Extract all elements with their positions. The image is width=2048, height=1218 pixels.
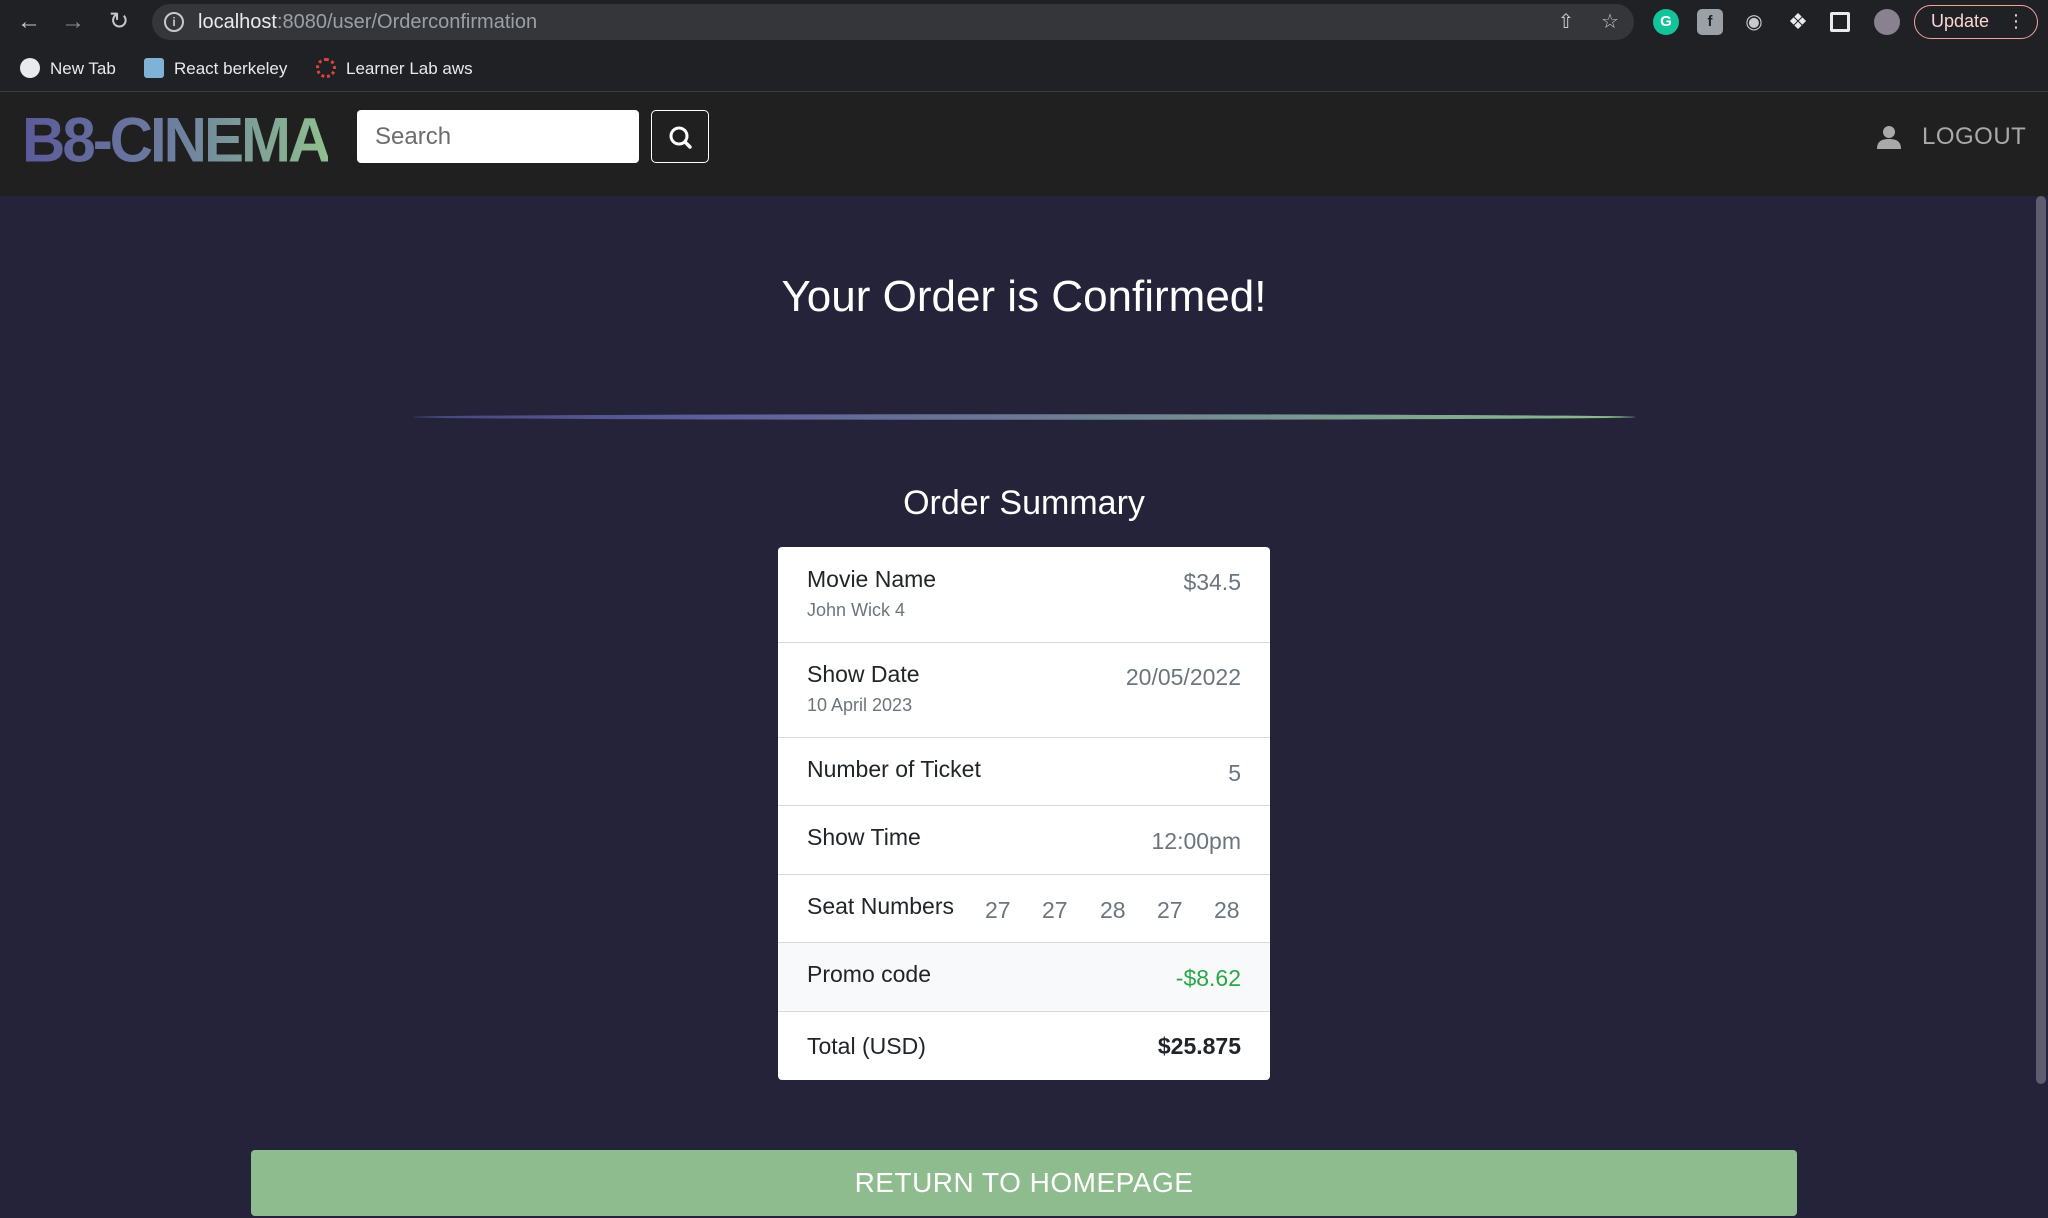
total-row: Total (USD) $25.875 bbox=[778, 1012, 1270, 1080]
url-host: localhost bbox=[198, 11, 277, 33]
globe-icon bbox=[20, 58, 40, 78]
page-title: Your Order is Confirmed! bbox=[781, 272, 1267, 321]
gradient-divider bbox=[412, 414, 1636, 420]
bookmark-label: New Tab bbox=[50, 59, 116, 78]
grammarly-extension-icon[interactable]: G bbox=[1653, 9, 1679, 35]
share-icon[interactable]: ⇧ bbox=[1552, 8, 1580, 36]
movie-row: Movie Name John Wick 4 $34.5 bbox=[778, 547, 1270, 643]
search-input[interactable] bbox=[357, 110, 639, 163]
show-time-row: Show Time 12:00pm bbox=[778, 806, 1270, 875]
show-date-value: 20/05/2022 bbox=[1125, 664, 1241, 690]
return-to-homepage-button[interactable]: RETURN TO HOMEPAGE bbox=[251, 1150, 1797, 1216]
ticket-count: 5 bbox=[1228, 760, 1241, 786]
seat-number: 28 bbox=[1214, 897, 1240, 923]
promo-code-row: Promo code -$8.62 bbox=[778, 943, 1270, 1012]
url-text[interactable]: localhost:8080/user/Orderconfirmation bbox=[198, 11, 537, 34]
row-label: Seat Numbers bbox=[807, 893, 955, 919]
site-info-icon[interactable]: i bbox=[164, 12, 184, 32]
bookmark-star-icon[interactable]: ☆ bbox=[1596, 8, 1624, 36]
row-label: Show Date bbox=[807, 661, 920, 687]
row-label: Number of Ticket bbox=[807, 756, 981, 782]
site-logo[interactable]: B8-CINEMA bbox=[22, 108, 331, 171]
seat-numbers-row: Seat Numbers 27 27 28 27 28 bbox=[778, 875, 1270, 943]
bookmark-label: Learner Lab aws bbox=[346, 59, 473, 78]
seat-number: 27 bbox=[985, 897, 1011, 923]
puzzle-extensions-icon[interactable]: ❖ bbox=[1785, 9, 1811, 35]
seat-number: 27 bbox=[1042, 897, 1068, 923]
forward-icon[interactable]: → bbox=[58, 7, 88, 37]
ticket-count-row: Number of Ticket 5 bbox=[778, 738, 1270, 806]
show-date-sub: 10 April 2023 bbox=[807, 695, 913, 715]
seat-number: 28 bbox=[1100, 897, 1126, 923]
reload-icon[interactable]: ↻ bbox=[104, 7, 134, 37]
scrollbar[interactable] bbox=[2036, 196, 2046, 1084]
logout-link[interactable]: LOGOUT bbox=[1922, 123, 2026, 151]
update-button[interactable]: Update ⋮ bbox=[1914, 5, 2038, 39]
bookmark-learner-lab[interactable]: Learner Lab aws bbox=[316, 56, 473, 82]
movie-name: John Wick 4 bbox=[807, 600, 906, 620]
order-summary-card: Movie Name John Wick 4 $34.5 Show Date 1… bbox=[778, 547, 1270, 1080]
seat-number: 27 bbox=[1157, 897, 1183, 923]
row-label: Total (USD) bbox=[807, 1033, 926, 1059]
camera-extension-icon[interactable]: ◉ bbox=[1741, 9, 1767, 35]
address-bar[interactable]: i localhost:8080/user/Orderconfirmation … bbox=[152, 4, 1634, 40]
search-button[interactable] bbox=[651, 110, 709, 163]
side-panel-icon[interactable] bbox=[1830, 12, 1850, 32]
row-label: Promo code bbox=[807, 961, 932, 987]
total-amount: $25.875 bbox=[1157, 1033, 1241, 1059]
bookmarks-bar bbox=[0, 44, 2048, 92]
bookmark-new-tab[interactable]: New Tab bbox=[20, 56, 116, 82]
user-icon bbox=[1877, 126, 1901, 149]
update-label: Update bbox=[1931, 11, 1990, 31]
search-icon bbox=[669, 126, 692, 149]
show-date-row: Show Date 10 April 2023 20/05/2022 bbox=[778, 643, 1270, 738]
back-icon[interactable]: ← bbox=[14, 7, 44, 37]
monitor-icon bbox=[144, 58, 164, 78]
row-label: Movie Name bbox=[807, 566, 937, 592]
bookmark-react-berkeley[interactable]: React berkeley bbox=[144, 56, 287, 82]
movie-price: $34.5 bbox=[1183, 569, 1241, 595]
show-time: 12:00pm bbox=[1151, 828, 1241, 854]
profile-avatar[interactable] bbox=[1874, 9, 1900, 35]
row-label: Show Time bbox=[807, 824, 921, 850]
learner-lab-icon bbox=[316, 58, 336, 78]
bookmark-label: React berkeley bbox=[174, 59, 288, 78]
url-path: :8080/user/Orderconfirmation bbox=[276, 11, 538, 33]
extension-icon[interactable]: f bbox=[1697, 9, 1723, 35]
promo-discount: -$8.62 bbox=[1175, 965, 1241, 991]
more-menu-icon[interactable]: ⋮ bbox=[2007, 6, 2025, 37]
summary-title: Order Summary bbox=[903, 484, 1145, 522]
